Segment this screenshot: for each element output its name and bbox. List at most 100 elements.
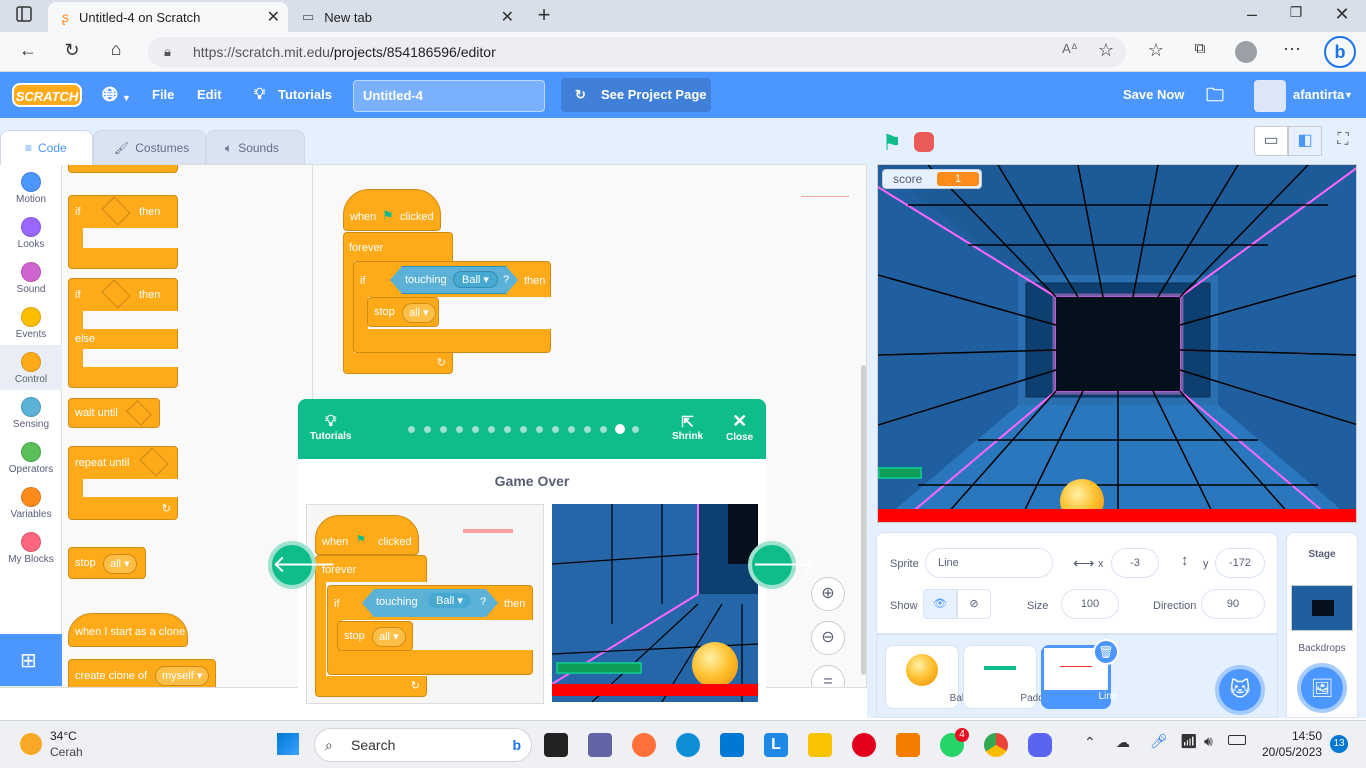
sprite-thumb-paddle[interactable]: Paddle	[963, 645, 1052, 709]
sprite-thumb-ball[interactable]: Ball	[885, 645, 966, 709]
close-tab-icon[interactable]: ✕	[267, 7, 280, 27]
new-tab-plus-icon[interactable]: +	[532, 2, 556, 28]
scratch-logo[interactable]: SCRATCH	[12, 83, 82, 107]
tray-chevron-icon[interactable]: ⌃	[1084, 734, 1096, 751]
block-stop[interactable]: stop all ▾	[68, 547, 146, 579]
y-input[interactable]: -172	[1215, 548, 1265, 578]
username[interactable]: afantirta	[1293, 72, 1344, 118]
category-motion[interactable]: Motion	[0, 165, 62, 210]
category-my-blocks[interactable]: My Blocks	[0, 525, 62, 570]
tab-new[interactable]: ▭ New tab ✕	[288, 2, 528, 32]
refresh-icon[interactable]: ↻	[60, 40, 84, 61]
read-aloud-icon[interactable]: Aᐞ	[1058, 41, 1082, 57]
file-explorer-icon[interactable]	[808, 733, 832, 757]
tab-actions-icon[interactable]	[12, 5, 36, 27]
my-stuff-folder-icon[interactable]: 🗀	[1206, 72, 1224, 118]
home-icon[interactable]: ⌂	[104, 39, 128, 60]
next-step-button[interactable]: 🡒	[748, 541, 816, 589]
discord-icon[interactable]	[1028, 733, 1052, 757]
size-input[interactable]: 100	[1061, 589, 1119, 619]
paddle-sprite[interactable]	[878, 467, 922, 479]
zoom-in-button[interactable]: ⊕	[811, 577, 845, 611]
block-repeat-until[interactable]: repeat until ↻	[68, 446, 179, 520]
add-extension-button[interactable]: ⊞	[0, 634, 62, 686]
account-caret-icon[interactable]: ▼	[1344, 72, 1353, 118]
battery-icon[interactable]	[1228, 735, 1246, 745]
clock-date[interactable]: 20/05/2023	[1262, 745, 1322, 759]
start-icon[interactable]	[277, 733, 299, 755]
edge-icon[interactable]	[676, 733, 700, 757]
stop-option-dropdown[interactable]: all ▾	[402, 303, 436, 323]
zoom-out-button[interactable]: ⊖	[811, 621, 845, 655]
weather-temp[interactable]: 34°C	[50, 729, 77, 743]
task-view-icon[interactable]	[544, 733, 568, 757]
block-partial[interactable]	[68, 165, 178, 173]
menu-file[interactable]: File	[152, 72, 174, 118]
direction-input[interactable]: 90	[1201, 589, 1265, 619]
step-dot[interactable]	[568, 426, 575, 433]
script-scrollbar[interactable]	[861, 365, 866, 675]
x-input[interactable]: -3	[1111, 548, 1159, 578]
normal-stage-button[interactable]: ◧	[1288, 126, 1322, 156]
taskbar-search[interactable]: ⌕ Search b	[314, 728, 532, 762]
see-project-page-button[interactable]: ↻ See Project Page	[561, 78, 711, 112]
close-button[interactable]: ✕ Close	[726, 411, 753, 443]
stop-option-dropdown[interactable]: all ▾	[103, 554, 137, 574]
volume-icon[interactable]: 🔊︎	[1204, 733, 1213, 750]
wifi-icon[interactable]: 📶︎	[1180, 733, 1198, 750]
step-dot[interactable]	[456, 426, 463, 433]
block-stop-all[interactable]: stop all ▾	[367, 297, 439, 327]
step-dot[interactable]	[536, 426, 543, 433]
tutorials-button[interactable]: 💡︎ Tutorials	[310, 413, 351, 442]
firefox-icon[interactable]	[632, 733, 656, 757]
chrome-icon[interactable]	[984, 733, 1008, 757]
touching-sensing-block[interactable]: touching Ball ▾ ?	[390, 266, 518, 294]
shrink-button[interactable]: ⇱ Shrink	[672, 413, 703, 442]
step-dot[interactable]	[520, 426, 527, 433]
touching-target-dropdown[interactable]: Ball ▾	[453, 271, 498, 288]
menu-tutorials[interactable]: Tutorials	[278, 72, 332, 118]
tab-code[interactable]: ≡ Code	[0, 130, 93, 165]
category-operators[interactable]: Operators	[0, 435, 62, 480]
category-control[interactable]: Control	[0, 345, 62, 390]
teams-icon[interactable]	[588, 733, 612, 757]
block-if-then[interactable]: if then	[68, 195, 179, 269]
tab-costumes[interactable]: 🖌︎ Costumes	[93, 130, 206, 164]
tab-sounds[interactable]: 🔈︎ Sounds	[206, 130, 305, 164]
more-icon[interactable]: ···	[1280, 38, 1304, 59]
score-monitor[interactable]: score 1	[882, 169, 982, 189]
step-dot[interactable]	[615, 424, 625, 434]
stop-button[interactable]	[914, 132, 934, 152]
add-backdrop-button[interactable]: 🖼︎	[1297, 663, 1347, 713]
step-dot[interactable]	[504, 426, 511, 433]
clone-target-dropdown[interactable]: myself ▾	[155, 666, 210, 686]
show-hidden-button[interactable]: ⊘	[957, 589, 991, 619]
notification-badge[interactable]: 13	[1330, 735, 1348, 753]
add-sprite-button[interactable]: 🐱︎	[1215, 665, 1265, 715]
mail-icon[interactable]	[720, 733, 744, 757]
stage-canvas[interactable]: score 1	[877, 164, 1357, 523]
url-field[interactable]: 🔒︎ https://scratch.mit.edu/projects/8541…	[148, 37, 1126, 67]
restore-icon[interactable]: ❐	[1286, 4, 1306, 21]
step-dot[interactable]	[424, 426, 431, 433]
opera-icon[interactable]	[852, 733, 876, 757]
step-dot[interactable]	[632, 426, 639, 433]
step-dot[interactable]	[552, 426, 559, 433]
step-dot[interactable]	[472, 426, 479, 433]
project-title-input[interactable]: Untitled-4	[353, 80, 545, 112]
menu-edit[interactable]: Edit	[197, 72, 222, 118]
clock-time[interactable]: 14:50	[1292, 729, 1322, 743]
l-app-icon[interactable]: L	[764, 733, 788, 757]
favorites-icon[interactable]: ☆	[1144, 40, 1168, 61]
stage-thumbnail[interactable]	[1291, 585, 1353, 631]
close-window-icon[interactable]: ✕	[1332, 4, 1352, 25]
line-sprite[interactable]	[878, 509, 1356, 522]
language-globe-icon[interactable]: 🌐︎ ▼	[102, 72, 131, 121]
category-variables[interactable]: Variables	[0, 480, 62, 525]
step-dot[interactable]	[440, 426, 447, 433]
block-create-clone[interactable]: create clone of myself ▾	[68, 659, 216, 687]
block-wait-until[interactable]: wait until	[68, 398, 160, 428]
save-now-button[interactable]: Save Now	[1123, 72, 1184, 118]
xampp-icon[interactable]	[896, 733, 920, 757]
tab-scratch[interactable]: ʂ Untitled-4 on Scratch ✕	[48, 2, 288, 32]
